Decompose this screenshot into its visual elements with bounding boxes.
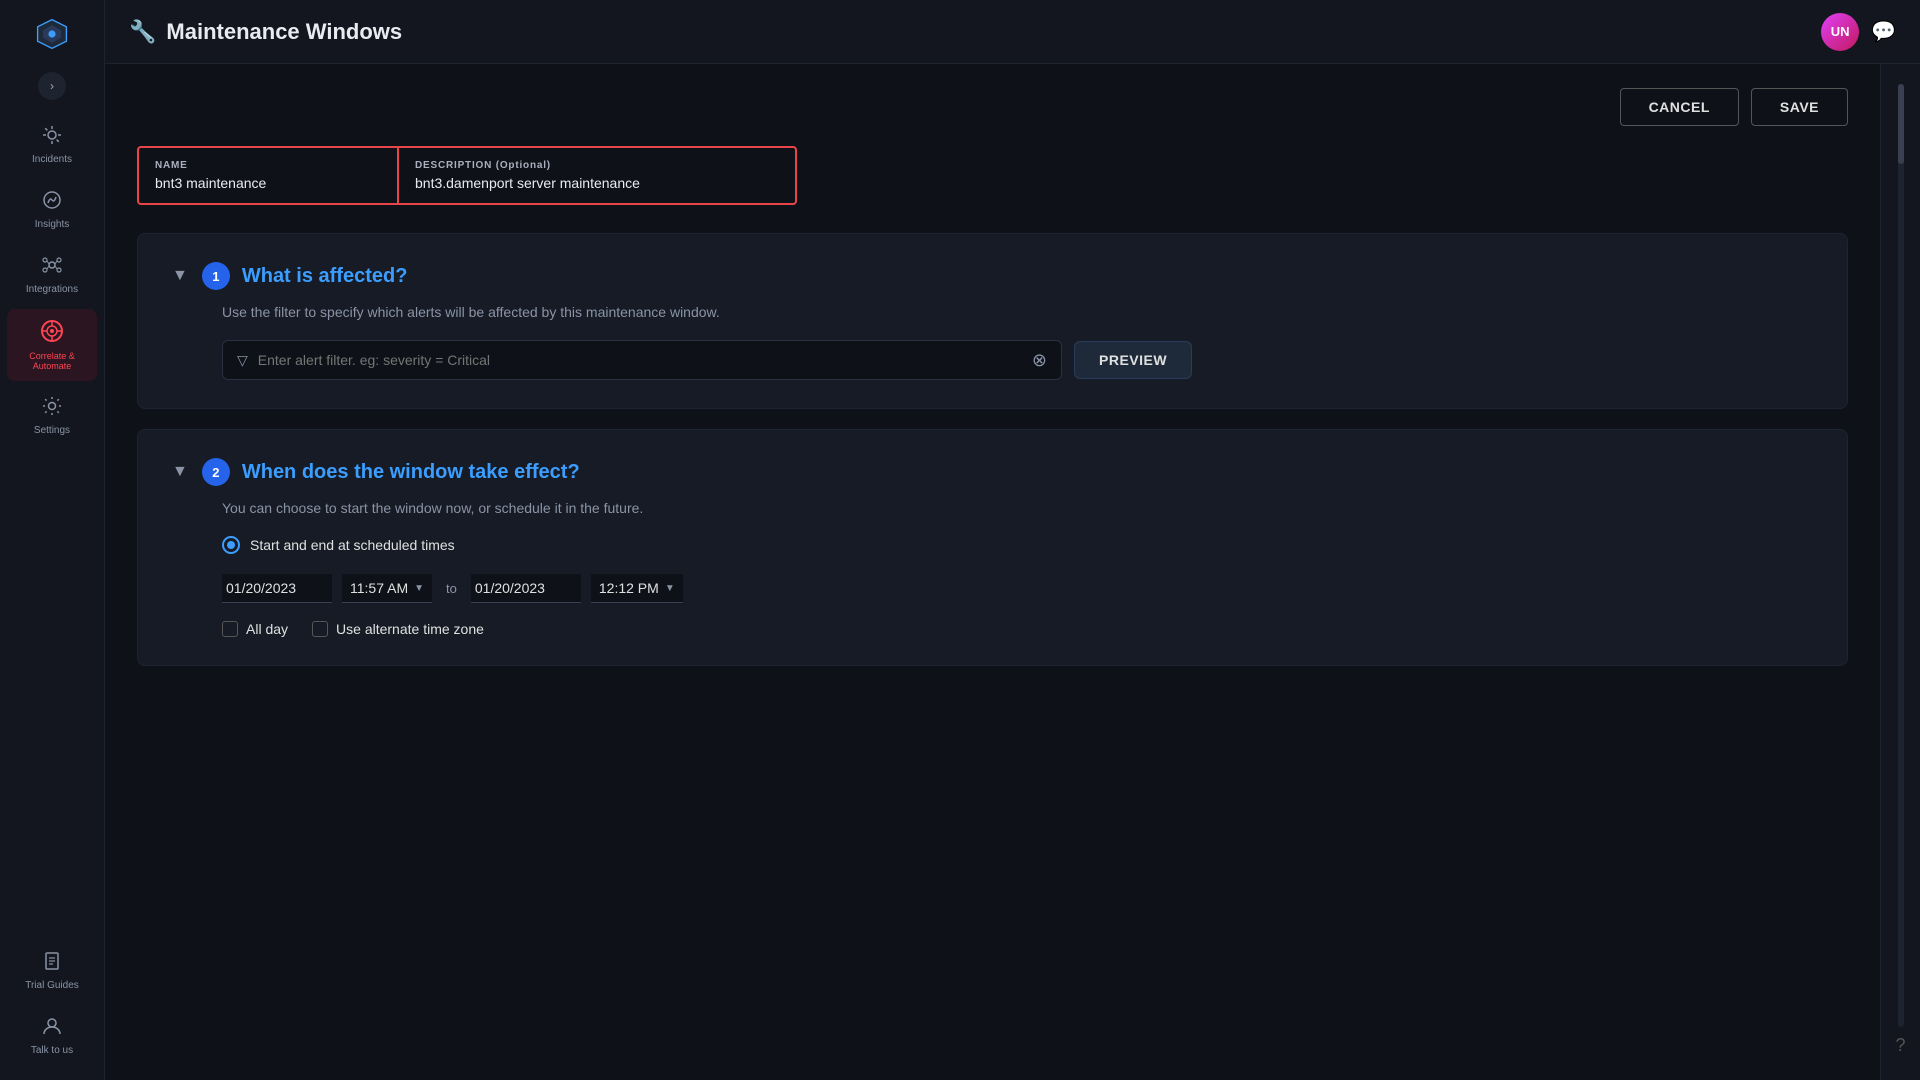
sidebar-expand-button[interactable]: › <box>38 72 66 100</box>
allday-label: All day <box>246 621 288 637</box>
section-affected: ▼ 1 What is affected? Use the filter to … <box>137 233 1848 409</box>
insights-label: Insights <box>35 219 69 230</box>
scrollbar-track[interactable] <box>1898 84 1904 1027</box>
description-label: DESCRIPTION (Optional) <box>415 160 779 171</box>
scrollbar-thumb[interactable] <box>1898 84 1904 164</box>
filter-row: ▽ ⊗ PREVIEW <box>170 340 1815 380</box>
section-timing-header: ▼ 2 When does the window take effect? <box>170 458 1815 486</box>
alternate-tz-checkbox[interactable] <box>312 621 328 637</box>
section1-collapse-button[interactable]: ▼ <box>170 265 190 287</box>
start-time-dropdown[interactable]: 11:57 AM ▼ <box>342 574 432 603</box>
save-button[interactable]: SAVE <box>1751 88 1848 126</box>
allday-checkbox[interactable] <box>222 621 238 637</box>
step2-badge: 2 <box>202 458 230 486</box>
action-bar: CANCEL SAVE <box>137 88 1848 126</box>
header: 🔧 Maintenance Windows UN 💬 <box>105 0 1920 64</box>
sidebar: › Incidents Insights <box>0 0 105 1080</box>
start-time-chevron: ▼ <box>414 583 424 594</box>
page-content: CANCEL SAVE NAME bnt3 maintenance DESCRI… <box>105 64 1880 1080</box>
radio-scheduled-label: Start and end at scheduled times <box>250 537 455 553</box>
datetime-row: 11:57 AM ▼ to 12:12 PM ▼ <box>170 574 1815 603</box>
section2-description: You can choose to start the window now, … <box>170 500 1815 516</box>
settings-icon <box>41 395 63 421</box>
filter-clear-button[interactable]: ⊗ <box>1032 351 1047 369</box>
name-value: bnt3 maintenance <box>155 175 381 191</box>
radio-scheduled-button[interactable] <box>222 536 240 554</box>
section-timing: ▼ 2 When does the window take effect? Yo… <box>137 429 1848 666</box>
talk-label: Talk to us <box>31 1045 73 1056</box>
radio-inner <box>227 541 235 549</box>
sidebar-item-integrations[interactable]: Integrations <box>7 244 97 305</box>
correlate-icon <box>40 319 64 347</box>
allday-checkbox-item[interactable]: All day <box>222 621 288 637</box>
start-time-value: 11:57 AM <box>350 580 408 596</box>
section1-description: Use the filter to specify which alerts w… <box>170 304 1815 320</box>
incidents-label: Incidents <box>32 154 72 165</box>
end-date-input[interactable] <box>471 574 581 603</box>
integrations-label: Integrations <box>26 284 78 295</box>
alternate-tz-label: Use alternate time zone <box>336 621 484 637</box>
filter-input-wrap[interactable]: ▽ ⊗ <box>222 340 1062 380</box>
incidents-icon <box>41 124 63 150</box>
settings-label: Settings <box>34 425 70 436</box>
avatar[interactable]: UN <box>1821 13 1859 51</box>
section2-title: When does the window take effect? <box>242 461 580 484</box>
page-icon: 🔧 <box>129 19 156 45</box>
alert-filter-input[interactable] <box>258 352 1022 368</box>
chat-icon[interactable]: 💬 <box>1871 19 1896 44</box>
name-field[interactable]: NAME bnt3 maintenance <box>139 148 399 203</box>
sidebar-item-trial-guides[interactable]: Trial Guides <box>7 940 97 1001</box>
trial-guides-label: Trial Guides <box>25 980 79 991</box>
sidebar-bottom: Trial Guides Talk to us <box>7 938 97 1068</box>
sidebar-item-settings[interactable]: Settings <box>7 385 97 446</box>
preview-button[interactable]: PREVIEW <box>1074 341 1192 379</box>
right-panel: ? <box>1880 64 1920 1080</box>
section1-title: What is affected? <box>242 265 408 288</box>
page-title: Maintenance Windows <box>166 19 402 45</box>
main-content: 🔧 Maintenance Windows UN 💬 CANCEL SAVE N… <box>105 0 1920 1080</box>
sidebar-item-talk[interactable]: Talk to us <box>7 1005 97 1066</box>
sidebar-item-incidents[interactable]: Incidents <box>7 114 97 175</box>
end-time-value: 12:12 PM <box>599 580 659 596</box>
end-time-dropdown[interactable]: 12:12 PM ▼ <box>591 574 683 603</box>
filter-icon: ▽ <box>237 352 248 369</box>
start-date-input[interactable] <box>222 574 332 603</box>
end-time-chevron: ▼ <box>665 583 675 594</box>
radio-scheduled-row[interactable]: Start and end at scheduled times <box>170 536 1815 554</box>
alternate-tz-checkbox-item[interactable]: Use alternate time zone <box>312 621 484 637</box>
trial-guides-icon <box>41 950 63 976</box>
form-row: NAME bnt3 maintenance DESCRIPTION (Optio… <box>137 146 797 205</box>
help-icon[interactable]: ? <box>1895 1035 1905 1056</box>
sidebar-item-insights[interactable]: Insights <box>7 179 97 240</box>
to-label: to <box>442 581 461 596</box>
checkbox-row: All day Use alternate time zone <box>170 621 1815 637</box>
name-label: NAME <box>155 160 381 171</box>
cancel-button[interactable]: CANCEL <box>1620 88 1739 126</box>
step1-badge: 1 <box>202 262 230 290</box>
section2-collapse-button[interactable]: ▼ <box>170 461 190 483</box>
app-logo[interactable] <box>30 12 74 56</box>
description-field[interactable]: DESCRIPTION (Optional) bnt3.damenport se… <box>399 148 795 203</box>
integrations-icon <box>41 254 63 280</box>
description-value: bnt3.damenport server maintenance <box>415 175 779 191</box>
insights-icon <box>41 189 63 215</box>
sidebar-item-correlate[interactable]: Correlate & Automate <box>7 309 97 381</box>
section-affected-header: ▼ 1 What is affected? <box>170 262 1815 290</box>
correlate-label: Correlate & Automate <box>13 351 91 371</box>
talk-icon <box>41 1015 63 1041</box>
